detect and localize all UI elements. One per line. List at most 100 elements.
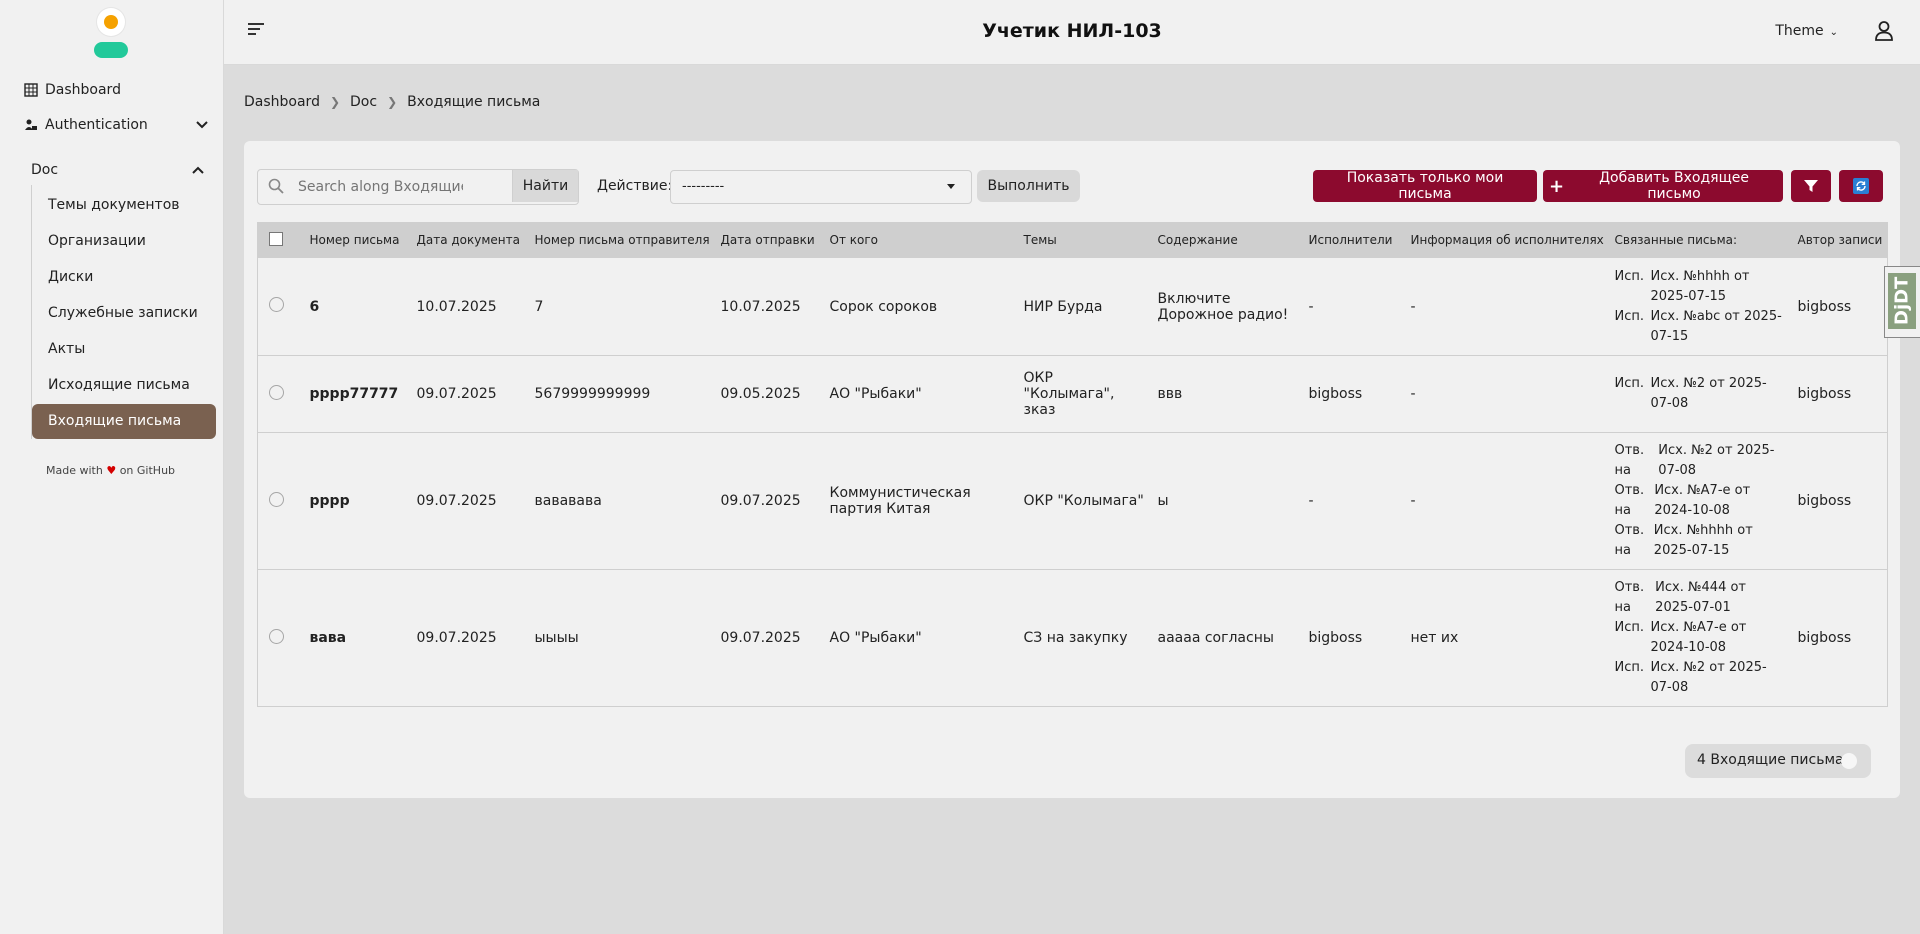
related-letter-link[interactable]: Отв. на Исх. №А7-е от 2024-10-08 bbox=[1615, 481, 1787, 521]
action-label: Действие: bbox=[597, 178, 673, 194]
topics-cell: ОКР "Колымага", зказ bbox=[1012, 355, 1147, 433]
related-letters-cell: Исп. Исх. №2 от 2025-07-08 bbox=[1603, 355, 1787, 433]
row-checkbox[interactable] bbox=[269, 297, 284, 312]
sender-number-cell: 7 bbox=[523, 257, 710, 356]
sidebar-item-dashboard[interactable]: Dashboard bbox=[24, 82, 121, 98]
column-header[interactable]: Дата документа bbox=[405, 222, 524, 258]
sidebar-item-disks[interactable]: Диски bbox=[48, 269, 93, 285]
sidebar: Dashboard Authentication Doc Темы докуме… bbox=[0, 0, 224, 934]
letter-number-link[interactable]: рррр bbox=[298, 432, 406, 570]
related-letter-link[interactable]: Исп. Исх. №hhhh от 2025-07-15 bbox=[1615, 267, 1787, 307]
executors-cell: bigboss bbox=[1297, 569, 1400, 707]
table-row[interactable]: 6 10.07.2025 7 10.07.2025 Сорок сороков … bbox=[257, 257, 1888, 356]
related-letter-link[interactable]: Отв. на Исх. №444 от 2025-07-01 bbox=[1615, 578, 1787, 618]
column-header[interactable]: Номер письма bbox=[298, 222, 406, 258]
related-letter-link[interactable]: Исп. Исх. №А7-е от 2024-10-08 bbox=[1615, 618, 1787, 658]
debug-toolbar-handle[interactable]: DjDT bbox=[1884, 266, 1920, 338]
grid-icon bbox=[24, 83, 38, 97]
top-header: Учетик НИЛ-103 Theme ⌄ bbox=[224, 0, 1920, 65]
author-cell: bigboss bbox=[1786, 432, 1888, 570]
column-header[interactable]: Темы bbox=[1012, 222, 1147, 258]
theme-dropdown[interactable]: Theme ⌄ bbox=[1775, 23, 1838, 39]
add-letter-button[interactable]: + Добавить Входящее письмо bbox=[1543, 170, 1783, 202]
letter-number-link[interactable]: 6 bbox=[298, 257, 406, 356]
breadcrumb-current: Входящие письма bbox=[407, 94, 541, 110]
sidebar-item-incoming[interactable]: Входящие письма bbox=[32, 404, 216, 439]
submenu-line bbox=[31, 185, 32, 439]
column-header[interactable]: От кого bbox=[818, 222, 1013, 258]
search-icon bbox=[268, 178, 284, 194]
row-checkbox[interactable] bbox=[269, 628, 284, 644]
table-row[interactable]: рррр 09.07.2025 вававава 09.07.2025 Комм… bbox=[257, 432, 1888, 570]
filter-button[interactable] bbox=[1791, 170, 1831, 202]
sidebar-item-label: Doc bbox=[31, 162, 59, 178]
logo[interactable] bbox=[94, 8, 128, 60]
search-box: Найти bbox=[257, 169, 579, 205]
sidebar-item-authentication[interactable]: Authentication bbox=[24, 117, 208, 133]
chevron-down-icon[interactable] bbox=[196, 117, 208, 133]
heart-icon: ♥ bbox=[106, 464, 117, 477]
refresh-button[interactable] bbox=[1839, 170, 1883, 202]
table-row[interactable]: вава 09.07.2025 ыыыы 09.07.2025 АО "Рыба… bbox=[257, 569, 1888, 707]
plus-icon: + bbox=[1549, 175, 1565, 197]
column-header[interactable]: Автор записи bbox=[1786, 222, 1888, 258]
sidebar-item-acts[interactable]: Акты bbox=[48, 341, 85, 357]
letter-number-link[interactable]: вава bbox=[298, 569, 406, 707]
send-date-cell: 09.05.2025 bbox=[709, 355, 819, 433]
chevron-right-icon: ❯ bbox=[387, 95, 398, 109]
sidebar-item-doc[interactable]: Doc bbox=[31, 162, 204, 178]
execute-button[interactable]: Выполнить bbox=[977, 170, 1080, 202]
executors-cell: - bbox=[1297, 432, 1400, 570]
search-button[interactable]: Найти bbox=[512, 170, 578, 202]
breadcrumb-doc[interactable]: Doc bbox=[350, 94, 377, 110]
user-icon[interactable] bbox=[1874, 20, 1894, 42]
row-checkbox[interactable] bbox=[269, 491, 284, 507]
letter-number-link[interactable]: рррр77777 bbox=[298, 355, 406, 433]
exec-info-cell: - bbox=[1399, 432, 1604, 570]
content-cell: ааааа согласны bbox=[1146, 569, 1298, 707]
column-header[interactable]: Дата отправки bbox=[709, 222, 819, 258]
github-link[interactable]: on GitHub bbox=[120, 464, 175, 477]
sender-number-cell: ыыыы bbox=[523, 569, 710, 707]
related-letter-link[interactable]: Исп. Исх. №2 от 2025-07-08 bbox=[1615, 658, 1787, 698]
column-header[interactable]: Информация об исполнителях bbox=[1399, 222, 1604, 258]
related-letter-link[interactable]: Отв. на Исх. №hhhh от 2025-07-15 bbox=[1615, 521, 1787, 561]
from-cell: АО "Рыбаки" bbox=[818, 355, 1013, 433]
related-letters-cell: Отв. на Исх. №444 от 2025-07-01 Исп. Исх. … bbox=[1603, 569, 1787, 707]
letters-table: Номер письма Дата документа Номер письма… bbox=[257, 222, 1888, 707]
send-date-cell: 09.07.2025 bbox=[709, 569, 819, 707]
author-cell: bigboss bbox=[1786, 355, 1888, 433]
sidebar-item-memos[interactable]: Служебные записки bbox=[48, 305, 198, 321]
column-header[interactable]: Номер письма отправителя bbox=[523, 222, 710, 258]
doc-date-cell: 09.07.2025 bbox=[405, 432, 524, 570]
sidebar-item-outgoing[interactable]: Исходящие письма bbox=[48, 377, 190, 393]
toggle-dot[interactable] bbox=[1841, 753, 1857, 769]
column-header[interactable]: Связанные письма: bbox=[1603, 222, 1787, 258]
related-letter-link[interactable]: Исп. Исх. №abc от 2025-07-15 bbox=[1615, 307, 1787, 347]
related-letter-link[interactable]: Исп. Исх. №2 от 2025-07-08 bbox=[1615, 374, 1787, 414]
sidebar-item-doc-topics[interactable]: Темы документов bbox=[48, 197, 180, 213]
select-all-cell bbox=[257, 222, 299, 258]
made-with-footer: Made with ♥ on GitHub bbox=[46, 464, 176, 477]
app-title: Учетик НИЛ-103 bbox=[982, 20, 1162, 42]
select-all-checkbox[interactable] bbox=[269, 231, 283, 246]
sidebar-item-label: Входящие письма bbox=[48, 413, 182, 429]
search-input[interactable] bbox=[296, 170, 465, 204]
action-select[interactable]: --------- bbox=[670, 170, 972, 204]
filter-icon bbox=[1804, 180, 1818, 192]
exec-info-cell: нет их bbox=[1399, 569, 1604, 707]
show-mine-button[interactable]: Показать только мои письма bbox=[1313, 170, 1537, 202]
related-letter-link[interactable]: Отв. на Исх. №2 от 2025-07-08 bbox=[1615, 441, 1787, 481]
column-header[interactable]: Содержание bbox=[1146, 222, 1298, 258]
row-checkbox[interactable] bbox=[269, 384, 284, 400]
breadcrumb-dashboard[interactable]: Dashboard bbox=[244, 94, 320, 110]
topics-cell: НИР Бурда bbox=[1012, 257, 1147, 356]
from-cell: Коммунистическая партия Китая bbox=[818, 432, 1013, 570]
chevron-up-icon[interactable] bbox=[192, 162, 204, 178]
content-cell: Включите Дорожное радио! bbox=[1146, 257, 1298, 356]
column-header[interactable]: Исполнители bbox=[1297, 222, 1400, 258]
sidebar-item-organizations[interactable]: Организации bbox=[48, 233, 146, 249]
sender-number-cell: 5679999999999 bbox=[523, 355, 710, 433]
content-cell: ввв bbox=[1146, 355, 1298, 433]
table-row[interactable]: рррр77777 09.07.2025 5679999999999 09.05… bbox=[257, 355, 1888, 433]
